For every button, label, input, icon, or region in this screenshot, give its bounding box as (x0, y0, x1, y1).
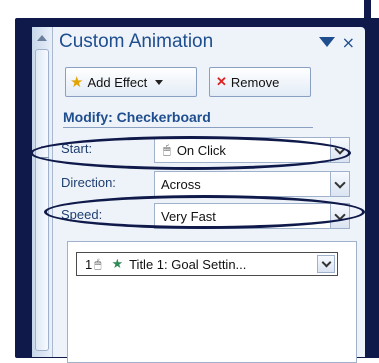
chevron-down-icon (334, 208, 346, 221)
start-dropdown[interactable]: 🖱 On Click (154, 137, 350, 163)
start-value: On Click (176, 142, 226, 158)
remove-button[interactable]: ✕ Remove (209, 67, 311, 97)
add-effect-button[interactable]: ★ Add Effect (65, 67, 197, 97)
mouse-icon: 🖱 (163, 142, 171, 157)
modify-label: Modify: Checkerboard (63, 109, 211, 125)
chevron-down-icon[interactable] (319, 37, 335, 47)
custom-animation-panel: Custom Animation × ★ Add Effect ✕ Remove… (32, 27, 365, 363)
scroll-thumb[interactable] (35, 49, 49, 351)
direction-value: Across (161, 176, 201, 192)
chevron-down-icon (334, 142, 346, 155)
direction-dropdown[interactable]: Across (154, 171, 350, 197)
dropdown-arrow-icon (155, 79, 164, 85)
close-icon[interactable]: × (342, 33, 355, 52)
effect-title: Title 1: Goal Settin... (129, 256, 247, 272)
frame-top-edge (364, 0, 371, 20)
remove-label: Remove (230, 74, 280, 90)
mouse-icon: 🖱 (94, 256, 102, 271)
star-icon: ★ (111, 256, 124, 271)
scroll-grip (41, 146, 49, 158)
chevron-down-icon (321, 257, 331, 268)
panel-title: Custom Animation (59, 31, 214, 52)
speed-dropdown-button[interactable] (330, 203, 350, 229)
start-label: Start: (61, 141, 93, 156)
vertical-scrollbar[interactable] (32, 27, 53, 357)
speed-dropdown[interactable]: Very Fast (154, 203, 350, 229)
remove-x-icon: ✕ (216, 74, 227, 89)
direction-label: Direction: (61, 175, 116, 190)
direction-dropdown-button[interactable] (330, 171, 350, 197)
chevron-down-icon (334, 176, 346, 189)
start-dropdown-button[interactable] (330, 137, 350, 163)
star-icon: ★ (70, 74, 84, 91)
effect-dropdown-button[interactable] (317, 255, 335, 273)
panel-title-bar: Custom Animation × (53, 27, 365, 63)
list-item[interactable]: 1 🖱 ★ Title 1: Goal Settin... (76, 252, 338, 276)
panel-content: Custom Animation × ★ Add Effect ✕ Remove… (53, 27, 365, 363)
add-effect-label: Add Effect (87, 74, 148, 90)
speed-label: Speed: (61, 207, 103, 222)
scroll-up-icon[interactable] (37, 35, 47, 41)
modify-divider (63, 127, 313, 128)
speed-value: Very Fast (161, 208, 216, 224)
effect-order-number: 1 (85, 256, 93, 272)
